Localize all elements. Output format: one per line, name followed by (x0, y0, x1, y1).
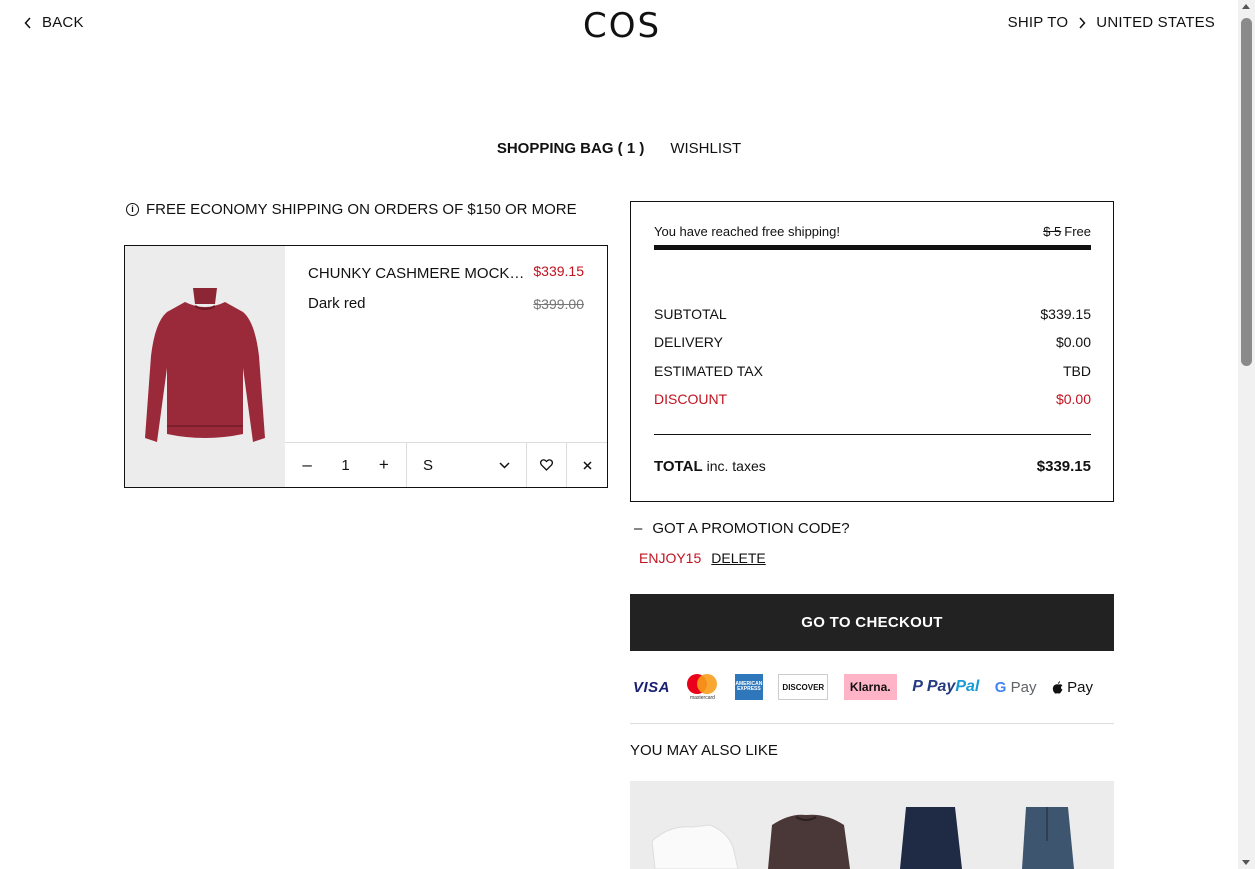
shipping-old-price: $ 5 (1043, 224, 1062, 239)
mastercard-logo: mastercard (685, 673, 719, 701)
increase-quantity-button[interactable]: + (374, 455, 394, 475)
apple-pay-logo: Pay (1052, 679, 1093, 696)
mastercard-circles-icon (687, 674, 718, 694)
product-name[interactable]: CHUNKY CASHMERE MOCK-NECK JUMPER (308, 265, 526, 282)
mastercard-caption: mastercard (689, 695, 715, 701)
checkout-button[interactable]: GO TO CHECKOUT (630, 594, 1114, 651)
scroll-down-arrow-icon[interactable] (1242, 860, 1250, 865)
bag-item-card: CHUNKY CASHMERE MOCK-NECK JUMPER $339.15… (124, 245, 608, 488)
shipping-new-price: Free (1064, 224, 1091, 239)
recommendations-title: YOU MAY ALSO LIKE (630, 742, 778, 759)
estimated-tax-row: ESTIMATED TAX TBD (654, 363, 1091, 379)
estimated-tax-value: TBD (1063, 363, 1091, 379)
quantity-stepper: – 1 + (285, 443, 407, 487)
item-controls: – 1 + S (285, 442, 607, 487)
progress-fill (654, 245, 1091, 250)
outfit-illustration (630, 781, 1114, 869)
subtotal-row: SUBTOTAL $339.15 (654, 306, 1091, 322)
applied-promo-code: ENJOY15 DELETE (639, 550, 766, 566)
product-price: $339.15 (533, 263, 584, 279)
notice-text: FREE ECONOMY SHIPPING ON ORDERS OF $150 … (146, 201, 577, 218)
visa-text: VISA (633, 678, 671, 696)
close-icon (582, 460, 592, 470)
amex-logo: AMERICAN EXPRESS (734, 674, 763, 700)
payment-methods: VISA mastercard AMERICAN EXPRESS DISCOVE… (633, 671, 1093, 703)
back-label: BACK (42, 14, 84, 31)
remove-item-button[interactable] (567, 443, 607, 487)
delete-promo-button[interactable]: DELETE (711, 550, 765, 566)
scroll-thumb[interactable] (1241, 18, 1252, 366)
scrollbar[interactable] (1238, 0, 1255, 869)
product-image[interactable] (125, 246, 285, 487)
paypal-text-a: Pay (926, 678, 956, 695)
free-shipping-progress-bar (654, 245, 1091, 250)
delivery-label: DELIVERY (654, 334, 723, 350)
discount-value: $0.00 (1055, 391, 1091, 407)
section-divider (630, 723, 1114, 724)
delivery-row: DELIVERY $0.00 (654, 334, 1091, 350)
gpay-text: Pay (1010, 678, 1037, 696)
sweater-illustration (125, 246, 285, 487)
collapse-icon: – (634, 520, 643, 537)
product-color: Dark red (308, 295, 366, 312)
tab-shopping-bag[interactable]: SHOPPING BAG ( 1 ) (497, 140, 645, 157)
back-link[interactable]: BACK (24, 14, 84, 31)
product-original-price: $399.00 (533, 296, 584, 312)
paypal-logo: P Pay Pal (912, 678, 979, 696)
apple-icon (1052, 680, 1063, 694)
paypal-text-b: Pal (955, 678, 980, 695)
chevron-right-icon (1079, 16, 1086, 29)
total-sublabel: inc. taxes (706, 458, 766, 474)
decrease-quantity-button[interactable]: – (297, 455, 317, 475)
subtotal-label: SUBTOTAL (654, 306, 727, 322)
ship-to-country: UNITED STATES (1096, 14, 1215, 31)
google-pay-logo: G Pay (995, 679, 1037, 696)
info-icon: i (126, 203, 139, 216)
discover-logo: DISCOVER (778, 674, 829, 700)
size-select[interactable]: S (407, 443, 527, 487)
free-shipping-notice: i FREE ECONOMY SHIPPING ON ORDERS OF $15… (126, 201, 577, 218)
bag-tabs: SHOPPING BAG ( 1 ) WISHLIST (0, 140, 1238, 157)
total-row: TOTAL inc. taxes $339.15 (654, 458, 1091, 475)
free-shipping-message: You have reached free shipping! (654, 224, 840, 239)
ship-to-selector[interactable]: SHIP TO UNITED STATES (1008, 14, 1215, 31)
delivery-value: $0.00 (1055, 334, 1091, 350)
paypal-p-icon: P (912, 678, 923, 695)
promo-code-value: ENJOY15 (639, 550, 702, 566)
promo-toggle-label: GOT A PROMOTION CODE? (652, 520, 850, 537)
move-to-wishlist-button[interactable] (527, 443, 567, 487)
size-value: S (423, 456, 434, 474)
chevron-down-icon (499, 461, 510, 469)
chevron-left-icon (24, 16, 31, 29)
promo-code-toggle[interactable]: – GOT A PROMOTION CODE? (634, 520, 850, 537)
discount-row: DISCOUNT $0.00 (654, 391, 1091, 407)
visa-logo: VISA (633, 679, 670, 696)
estimated-tax-label: ESTIMATED TAX (654, 363, 763, 379)
klarna-text: Klarna. (849, 680, 891, 694)
ship-to-label: SHIP TO (1007, 14, 1069, 31)
recommendation-image[interactable] (630, 781, 1114, 869)
heart-icon (540, 459, 553, 471)
shipping-cost: $ 5 Free (1043, 224, 1091, 239)
quantity-value: 1 (341, 456, 350, 474)
total-value: $339.15 (1036, 458, 1091, 475)
tab-wishlist[interactable]: WISHLIST (670, 140, 741, 157)
discount-label: DISCOUNT (654, 391, 728, 407)
google-g-icon: G (994, 678, 1007, 696)
subtotal-value: $339.15 (1040, 306, 1091, 322)
scroll-up-arrow-icon[interactable] (1242, 4, 1250, 9)
klarna-logo: Klarna. (843, 674, 897, 700)
logo[interactable]: COS (583, 6, 661, 46)
order-summary: You have reached free shipping! $ 5 Free … (630, 201, 1114, 502)
discover-text: DISCOVER (782, 682, 825, 692)
summary-divider (654, 434, 1091, 435)
total-label: TOTAL (654, 458, 703, 475)
apple-pay-text: Pay (1067, 678, 1093, 696)
